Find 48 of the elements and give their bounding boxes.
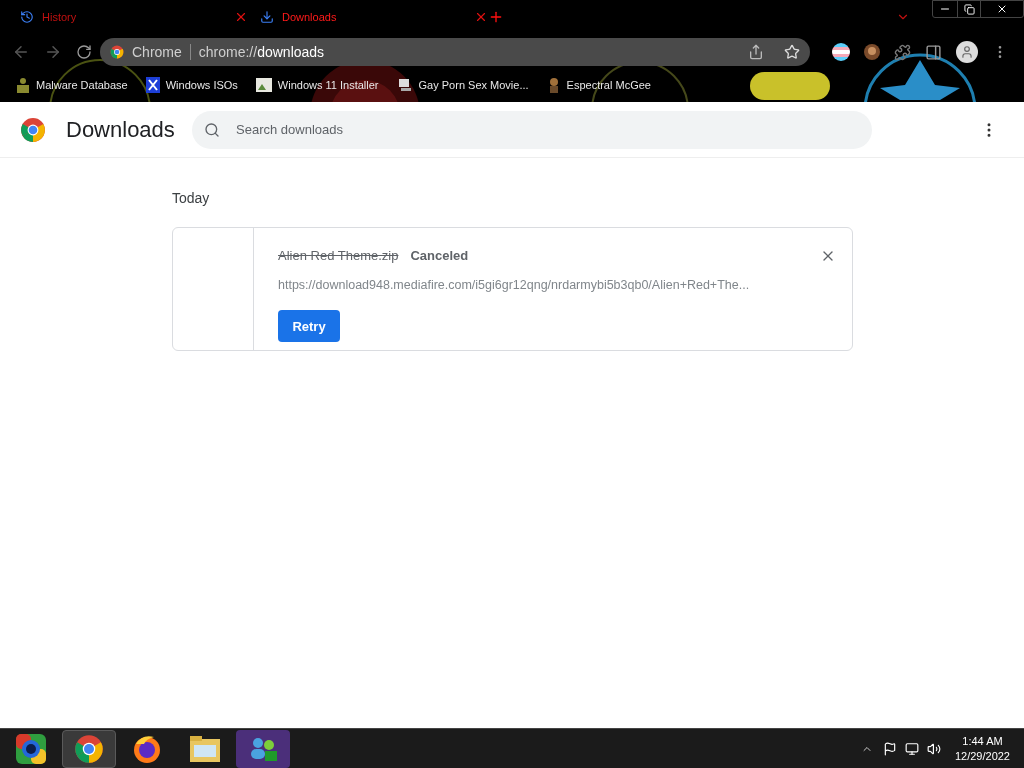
figure-icon (16, 77, 30, 93)
page-title: Downloads (66, 116, 176, 144)
bookmark[interactable]: Malware Database (16, 76, 128, 94)
close-icon[interactable] (234, 10, 248, 24)
clock[interactable]: 1:44 AM 12/29/2022 (944, 733, 1020, 764)
bookmark[interactable]: Gay Porn Sex Movie... (396, 76, 529, 94)
date-heading: Today (172, 189, 211, 208)
chrome-logo-icon (20, 116, 46, 143)
close-icon (996, 3, 1008, 15)
firefox-icon (132, 733, 162, 764)
close-icon[interactable] (474, 10, 488, 24)
share-icon[interactable] (748, 44, 764, 60)
browser-tab[interactable]: Downloads (256, 3, 496, 31)
bookmark[interactable]: Windows 11 Installer (255, 76, 379, 94)
volume-icon[interactable] (926, 741, 941, 756)
extensions-icon[interactable] (894, 43, 911, 61)
bookmark[interactable]: Espectral McGee (546, 76, 651, 94)
avatar-icon[interactable] (864, 44, 880, 60)
computer-icon (396, 77, 413, 93)
side-panel-icon[interactable] (925, 43, 942, 61)
taskbar-app-button[interactable] (236, 729, 290, 768)
reload-icon[interactable] (76, 44, 92, 60)
flag-icon[interactable] (882, 741, 897, 756)
folder-icon (189, 734, 221, 763)
search-field[interactable]: Search downloads (192, 110, 872, 149)
retry-button[interactable]: Retry (278, 310, 340, 343)
start-orb-icon (15, 732, 47, 765)
address-bar[interactable]: Chrome chrome://downloads (100, 38, 810, 66)
new-tab-icon[interactable] (488, 9, 504, 25)
star-icon[interactable] (784, 44, 800, 60)
bookmark[interactable]: Windows ISOs (145, 76, 238, 94)
back-icon[interactable] (12, 43, 30, 61)
status-text: Canceled (410, 247, 469, 265)
network-icon[interactable] (904, 741, 919, 756)
forward-icon[interactable] (44, 43, 62, 61)
file-name[interactable]: Alien Red Theme.zip (278, 246, 399, 266)
taskbar-app-button[interactable] (62, 729, 116, 768)
url-text: chrome://downloads (198, 42, 325, 62)
search-icon (204, 121, 220, 138)
chrome-icon (74, 733, 104, 764)
restore-button[interactable] (957, 1, 981, 17)
site-label: Chrome (132, 42, 182, 62)
chrome-logo-icon (110, 45, 124, 59)
restore-icon (963, 3, 975, 15)
download-url[interactable]: https://download948.mediafire.com/i5gi6gr12qng/nrdarmybi5b3qb0/Alien+Red+The... (278, 275, 836, 295)
download-icon (260, 10, 274, 24)
flag-icon[interactable] (832, 43, 850, 61)
clock-icon (20, 10, 34, 24)
